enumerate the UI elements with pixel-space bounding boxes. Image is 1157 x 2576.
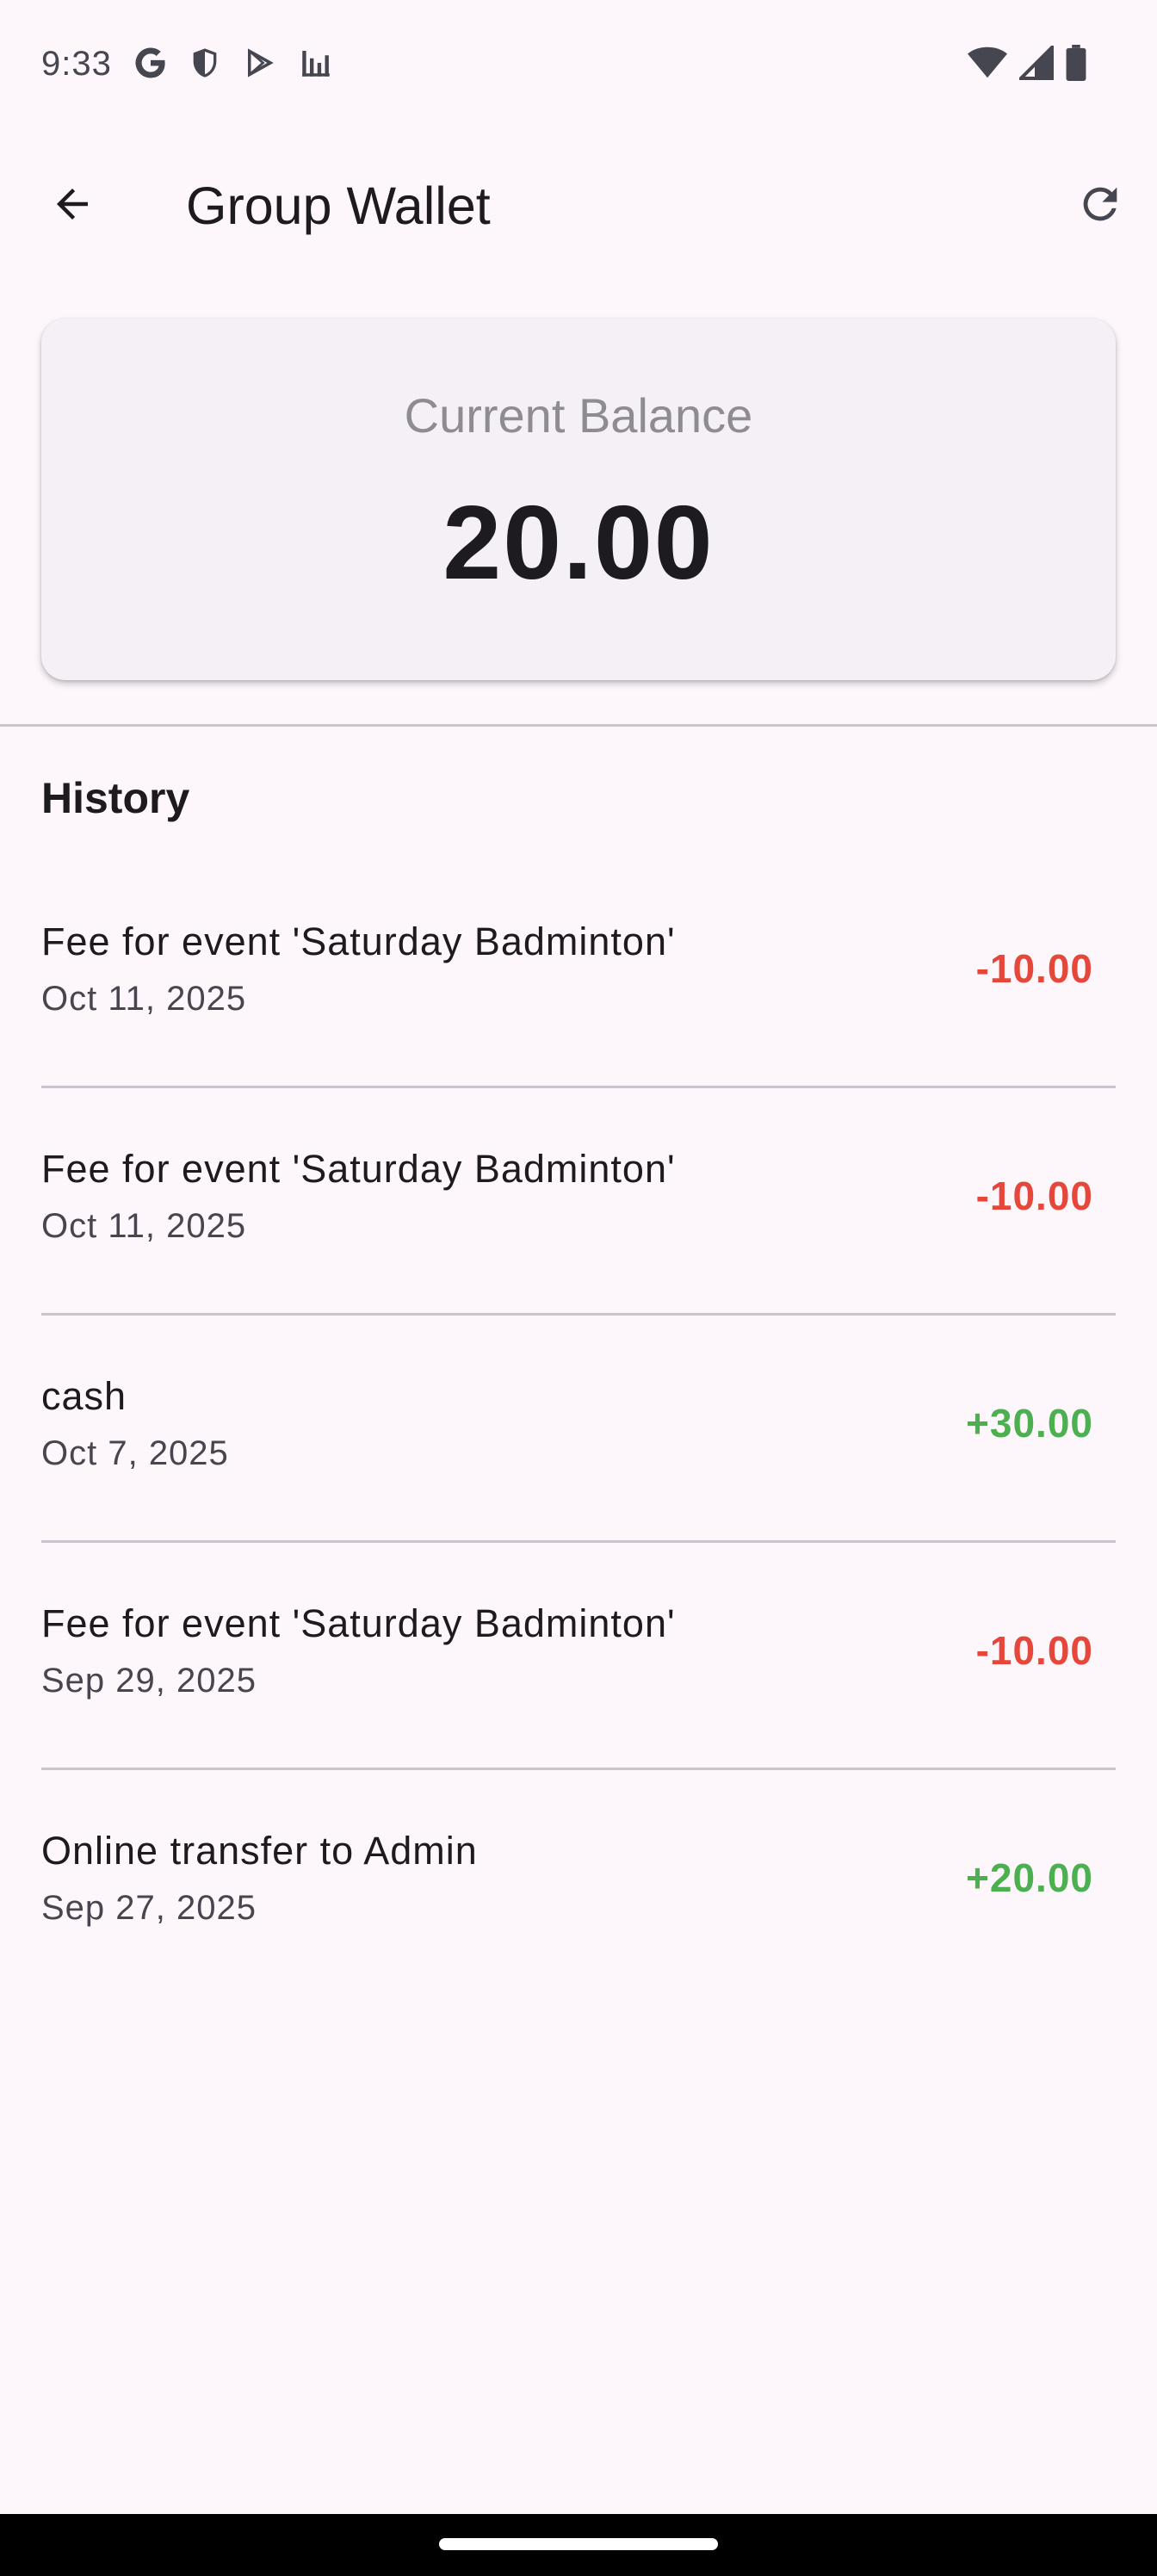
list-item: Online transfer to Admin Sep 27, 2025 +2… xyxy=(0,1770,1157,1997)
section-divider xyxy=(0,724,1157,727)
transaction-date: Oct 7, 2025 xyxy=(41,1434,229,1472)
arrow-back-icon xyxy=(49,181,96,232)
list-item: cash Oct 7, 2025 +30.00 xyxy=(0,1316,1157,1543)
refresh-button[interactable] xyxy=(1062,168,1138,244)
transaction-date: Sep 27, 2025 xyxy=(41,1889,257,1927)
page-title: Group Wallet xyxy=(186,176,491,235)
transaction-date: Oct 11, 2025 xyxy=(41,980,247,1018)
transaction-amount: -10.00 xyxy=(975,946,1093,991)
battery-icon xyxy=(1066,45,1086,81)
transaction-amount: +20.00 xyxy=(966,1855,1093,1900)
status-time: 9:33 xyxy=(41,45,112,83)
transaction-description: cash xyxy=(41,1374,127,1418)
status-system-icons xyxy=(968,45,1086,81)
list-item: Fee for event 'Saturday Badminton' Sep 2… xyxy=(0,1543,1157,1770)
balance-value: 20.00 xyxy=(442,484,715,601)
status-bar: 9:33 xyxy=(0,0,1157,129)
transaction-description: Fee for event 'Saturday Badminton' xyxy=(41,920,676,963)
balance-card: Current Balance 20.00 xyxy=(41,319,1116,680)
transaction-amount: -10.00 xyxy=(975,1173,1093,1218)
play-store-icon xyxy=(241,45,279,81)
system-navigation-bar xyxy=(0,2514,1157,2576)
transaction-date: Oct 11, 2025 xyxy=(41,1207,247,1245)
transaction-description: Online transfer to Admin xyxy=(41,1829,478,1873)
history-title: History xyxy=(41,774,190,822)
list-item: Fee for event 'Saturday Badminton' Oct 1… xyxy=(0,861,1157,1088)
refresh-icon xyxy=(1075,179,1125,233)
wifi-icon xyxy=(968,46,1007,80)
app-bar: Group Wallet xyxy=(0,138,1157,267)
transaction-description: Fee for event 'Saturday Badminton' xyxy=(41,1147,676,1191)
transaction-description: Fee for event 'Saturday Badminton' xyxy=(41,1601,676,1645)
transaction-amount: -10.00 xyxy=(975,1628,1093,1673)
status-notification-icons xyxy=(133,45,334,81)
google-icon xyxy=(133,45,169,81)
home-gesture-handle[interactable] xyxy=(439,2538,718,2550)
balance-label: Current Balance xyxy=(404,388,753,443)
transaction-date: Sep 29, 2025 xyxy=(41,1662,257,1700)
transaction-amount: +30.00 xyxy=(966,1401,1093,1446)
back-button[interactable] xyxy=(34,168,110,244)
transaction-list: Fee for event 'Saturday Badminton' Oct 1… xyxy=(0,861,1157,1997)
bar-chart-icon xyxy=(298,45,334,81)
cellular-signal-icon xyxy=(1019,46,1054,80)
list-item: Fee for event 'Saturday Badminton' Oct 1… xyxy=(0,1088,1157,1316)
shield-icon xyxy=(188,45,222,81)
